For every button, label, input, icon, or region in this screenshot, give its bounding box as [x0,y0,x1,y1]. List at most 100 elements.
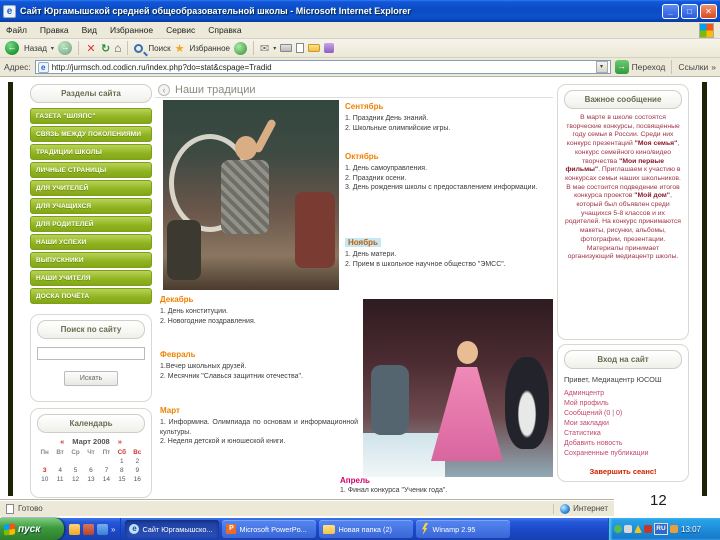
task-powerpoint[interactable]: P Microsoft PowerPo... [222,520,317,538]
tray-icon[interactable] [644,525,652,533]
task-ie-site[interactable]: e Сайт Юргамышско... [125,520,220,538]
quick-launch-icon[interactable] [83,523,94,535]
forward-icon[interactable]: → [57,41,72,55]
site-search-button[interactable]: Искать [64,371,118,386]
task-winamp[interactable]: Winamp 2.95 [416,520,511,538]
tradition-item: 1. Информина. Олимпиада по основам и инф… [160,419,358,436]
calendar-cell[interactable]: 10 [37,476,52,483]
sidebar-item-gazeta[interactable]: ГАЗЕТА "ШЛЯПС" [30,108,152,124]
start-button[interactable]: пуск [0,518,64,540]
task-buttons: e Сайт Юргамышско... P Microsoft PowerPo… [121,520,608,538]
language-indicator[interactable]: RU [654,523,668,535]
quick-launch-overflow-icon[interactable]: » [111,525,115,534]
tray-warning-icon[interactable] [634,525,642,533]
sidebar-item-dlya-uchaschihsya[interactable]: ДЛЯ УЧАЩИХСЯ [30,198,152,214]
mail-icon[interactable]: ✉ [260,42,269,55]
calendar-cell[interactable]: 16 [130,476,145,483]
edit-page-icon[interactable] [296,43,305,53]
calendar-month-label: Март 2008 [72,437,110,446]
sidebar-item-doska-pochyota[interactable]: ДОСКА ПОЧЁТА [30,288,152,304]
link-admin-center[interactable]: Админцентр [564,389,682,399]
calendar-cell[interactable]: 9 [130,467,145,474]
calendar-cell[interactable]: 11 [52,476,67,483]
calendar-cell[interactable]: 8 [114,467,129,474]
folder-icon[interactable] [308,44,321,52]
address-field[interactable]: e ▾ [34,60,611,74]
address-label: Адрес: [4,62,31,72]
link-messages[interactable]: Сообщений (0 | 0) [564,409,682,419]
link-statistics[interactable]: Статистика [564,429,682,439]
close-button[interactable]: ✕ [700,3,717,19]
quick-launch-icon[interactable] [69,523,80,535]
home-icon[interactable]: ⌂ [114,41,121,55]
links-button[interactable]: Ссылки » [678,62,716,72]
sidebar-item-svyaz-pokoleniy[interactable]: СВЯЗЬ МЕЖДУ ПОКОЛЕНИЯМИ [30,126,152,142]
calendar-cell [52,458,67,465]
tray-icon[interactable] [624,525,632,533]
link-saved-publications[interactable]: Сохраненные публикации [564,449,682,459]
calendar-next-icon[interactable]: » [118,437,122,446]
logout-link[interactable]: Завершить сеанс! [564,467,682,476]
tray-icon[interactable] [670,525,678,533]
favorites-label[interactable]: Избранное [189,44,230,53]
link-add-news[interactable]: Добавить новость [564,439,682,449]
restore-button[interactable]: □ [681,3,698,19]
calendar-cell[interactable]: 4 [52,467,67,474]
search-icon[interactable] [134,43,144,53]
calendar-cell[interactable]: 6 [83,467,98,474]
ie-window-icon: e [3,4,16,18]
calendar-cell[interactable]: 13 [83,476,98,483]
calendar-cell[interactable]: 2 [130,458,145,465]
task-folder[interactable]: Новая папка (2) [319,520,414,538]
calendar-prev-icon[interactable]: « [60,437,64,446]
calendar-cell-today[interactable]: 3 [37,467,52,474]
back-icon[interactable]: ← [5,41,19,55]
sidebar-item-dlya-uchiteley[interactable]: ДЛЯ УЧИТЕЛЕЙ [30,180,152,196]
sidebar-item-lichnye-stranicy[interactable]: ЛИЧНЫЕ СТРАНИЦЫ [30,162,152,178]
sidebar-item-dlya-roditeley[interactable]: ДЛЯ РОДИТЕЛЕЙ [30,216,152,232]
menu-edit[interactable]: Правка [40,25,69,35]
quick-launch-icon[interactable] [97,523,108,535]
stop-icon[interactable]: ✕ [85,42,97,55]
calendar-cell[interactable]: 1 [114,458,129,465]
toolbar-separator [127,41,129,55]
photo-costume-party [363,299,553,477]
site-search-input[interactable] [37,347,145,360]
menu-tools[interactable]: Сервис [166,25,195,35]
back-label[interactable]: Назад [24,44,47,53]
menu-help[interactable]: Справка [208,25,241,35]
print-icon[interactable] [280,44,293,52]
address-dropdown-icon[interactable]: ▾ [595,61,608,73]
tradition-item: 2. Школьные олимпийские игры. [345,124,451,132]
address-input[interactable] [51,61,593,73]
calendar-header: Календарь [37,414,145,433]
menu-file[interactable]: Файл [6,25,27,35]
messenger-icon[interactable] [324,43,335,53]
menu-favorites[interactable]: Избранное [110,25,153,35]
calendar-cell[interactable]: 5 [68,467,83,474]
back-dropdown-icon[interactable]: ▾ [51,45,54,52]
calendar-cell[interactable]: 12 [68,476,83,483]
favorites-star-icon[interactable]: ★ [175,42,185,55]
tray-clock[interactable]: 13:07 [681,525,701,534]
tray-icon[interactable] [614,525,622,533]
calendar-cell[interactable]: 7 [99,467,114,474]
calendar-cell[interactable]: 14 [99,476,114,483]
search-label[interactable]: Поиск [148,44,170,53]
minimize-button[interactable]: _ [662,3,679,19]
section-back-icon[interactable]: ‹ [158,84,170,96]
sidebar-item-vypuskniki[interactable]: ВЫПУСКНИКИ [30,252,152,268]
link-my-profile[interactable]: Мой профиль [564,399,682,409]
page-left-border [8,82,13,496]
go-button[interactable]: → Переход [614,60,665,74]
menu-view[interactable]: Вид [82,25,97,35]
mail-dropdown-icon[interactable]: ▾ [273,45,276,52]
sidebar-item-tradicii[interactable]: ТРАДИЦИИ ШКОЛЫ [30,144,152,160]
refresh-icon[interactable]: ↻ [101,42,110,55]
sidebar-item-nashi-uchitelya[interactable]: НАШИ УЧИТЕЛЯ [30,270,152,286]
link-bookmarks[interactable]: Мои закладки [564,419,682,429]
month-october: Октябрь 1. День самоуправления. 2. Празд… [345,152,553,193]
sidebar-item-nashi-uspehi[interactable]: НАШИ УСПЕХИ [30,234,152,250]
calendar-cell[interactable]: 15 [114,476,129,483]
history-icon[interactable] [234,41,247,55]
